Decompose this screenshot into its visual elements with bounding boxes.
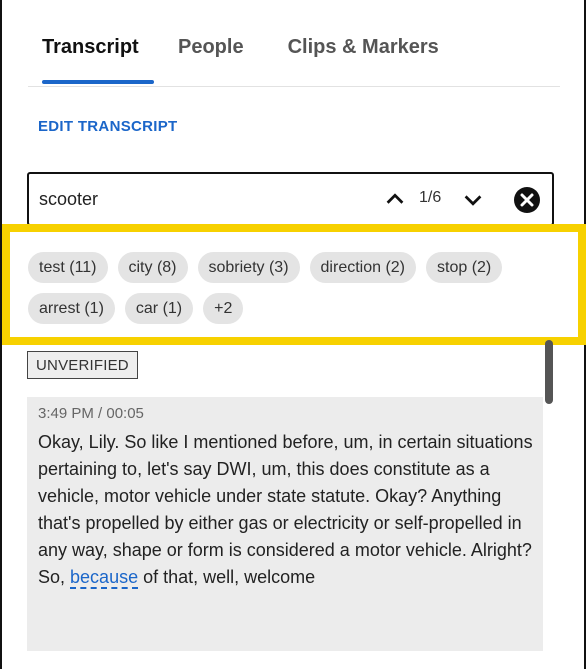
segment-text: Okay, Lily. So like I mentioned before, … bbox=[38, 429, 540, 591]
keyword-chip-list: test (11) city (8) sobriety (3) directio… bbox=[28, 252, 576, 324]
tab-bar: Transcript People Clips & Markers bbox=[42, 36, 439, 84]
keyword-chip[interactable]: test (11) bbox=[28, 252, 108, 283]
edit-transcript-button[interactable]: EDIT TRANSCRIPT bbox=[38, 118, 178, 135]
transcript-segment[interactable]: 3:49 PM / 00:05 Okay, Lily. So like I me… bbox=[27, 397, 543, 651]
segment-text-before: Okay, Lily. So like I mentioned before, … bbox=[38, 432, 533, 587]
keyword-chip[interactable]: sobriety (3) bbox=[197, 252, 300, 283]
keyword-chip[interactable]: car (1) bbox=[124, 293, 194, 324]
transcript-search-box: 1/6 bbox=[27, 172, 554, 226]
chevron-down-icon[interactable] bbox=[462, 190, 484, 212]
keyword-chips-highlight: test (11) city (8) sobriety (3) directio… bbox=[2, 224, 586, 345]
match-counter: 1/6 bbox=[419, 189, 442, 206]
tab-clips-markers[interactable]: Clips & Markers bbox=[288, 36, 439, 84]
chevron-up-icon[interactable] bbox=[384, 188, 406, 210]
scrollbar-thumb[interactable] bbox=[545, 340, 553, 404]
segment-timestamp: 3:49 PM / 00:05 bbox=[38, 405, 144, 422]
keyword-chip[interactable]: stop (2) bbox=[426, 252, 503, 283]
segment-text-after: of that, well, welcome bbox=[138, 567, 316, 587]
keyword-chip[interactable]: city (8) bbox=[117, 252, 188, 283]
tab-people[interactable]: People bbox=[178, 36, 244, 84]
keyword-chip[interactable]: direction (2) bbox=[309, 252, 417, 283]
status-badge: UNVERIFIED bbox=[27, 351, 138, 379]
keyword-highlight[interactable]: because bbox=[70, 567, 139, 589]
tab-transcript[interactable]: Transcript bbox=[42, 36, 154, 84]
keyword-chip[interactable]: arrest (1) bbox=[28, 293, 115, 324]
close-circle-icon[interactable] bbox=[513, 186, 541, 214]
tabs-divider bbox=[28, 86, 560, 87]
more-keywords-chip[interactable]: +2 bbox=[203, 293, 244, 324]
search-input[interactable] bbox=[39, 186, 339, 212]
